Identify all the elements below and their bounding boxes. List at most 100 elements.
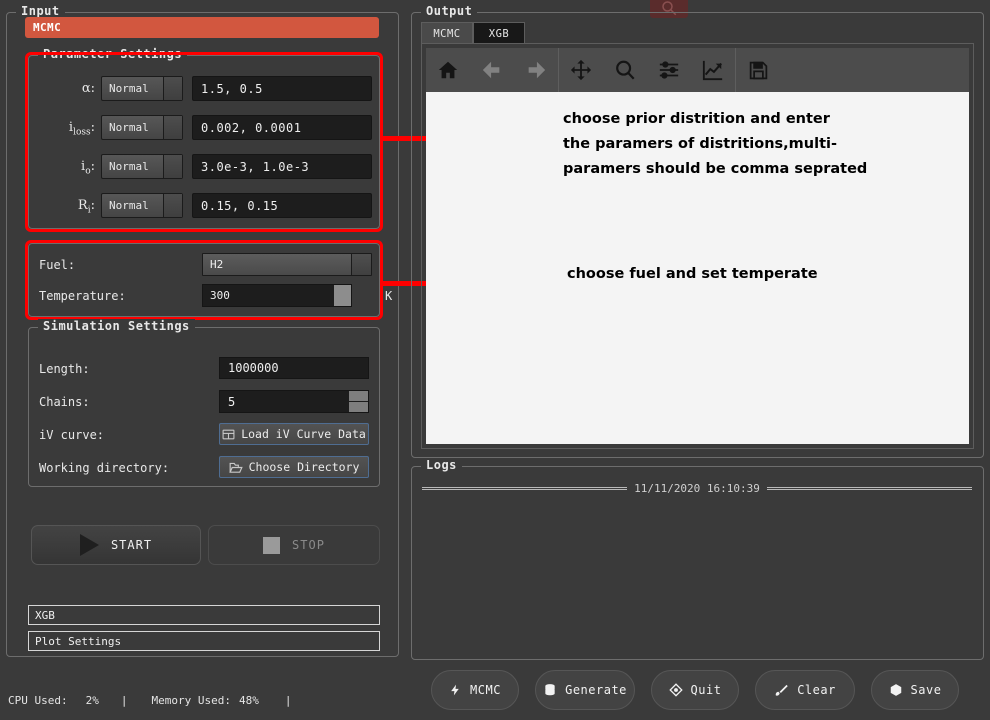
fuel-select[interactable]: H2 [202, 253, 372, 276]
param-distribution-alpha[interactable]: Normal [101, 76, 183, 101]
log-entry: 11/11/2020 16:10:39 [422, 481, 972, 495]
param-distribution-io[interactable]: Normal [101, 154, 183, 179]
chevron-down-icon[interactable] [163, 155, 182, 178]
chevron-down-icon[interactable] [163, 194, 182, 217]
start-button[interactable]: START [31, 525, 201, 565]
chains-input[interactable]: 5 [219, 390, 369, 413]
table-icon [222, 429, 235, 439]
log-rule-left [422, 486, 628, 490]
chains-label: Chains: [39, 395, 90, 409]
clear-button-label: Clear [797, 683, 836, 697]
param-row-iloss: iloss: Normal 0.002, 0.0001 [29, 115, 379, 141]
tab-mcmc[interactable]: MCMC [421, 22, 473, 44]
generate-button[interactable]: Generate [535, 670, 635, 710]
diamond-icon [668, 683, 683, 697]
temperature-input[interactable]: 300 [202, 284, 352, 307]
chevron-down-icon[interactable] [163, 77, 182, 100]
memory-label: Memory Used: [151, 693, 231, 707]
tab-xgb[interactable]: XGB [473, 22, 525, 44]
magnifier-icon[interactable] [603, 48, 647, 92]
square-icon [263, 536, 281, 554]
output-tabbar: MCMC XGB [421, 22, 525, 44]
spinner-up-button[interactable] [349, 391, 368, 401]
stop-button[interactable]: STOP [208, 525, 380, 565]
load-iv-curve-label: Load iV Curve Data [241, 427, 366, 441]
memory-value: 48% [238, 693, 259, 707]
application-window: Input MCMC Parameter Settings α: Normal … [0, 0, 990, 720]
working-directory-label: Working directory: [39, 461, 170, 475]
cube-icon [890, 684, 901, 696]
temperature-value: 300 [210, 289, 230, 302]
database-icon [545, 684, 555, 696]
chevron-down-icon[interactable] [351, 254, 371, 275]
combo-value: Normal [109, 121, 149, 134]
mcmc-action-button[interactable]: MCMC [431, 670, 519, 710]
choose-directory-label: Choose Directory [248, 460, 360, 474]
home-icon[interactable] [426, 48, 470, 92]
length-row: Length: 1000000 [29, 357, 379, 381]
simulation-settings-title: Simulation Settings [38, 319, 195, 333]
plot-canvas[interactable]: choose prior distrition and enter the pa… [426, 92, 969, 444]
log-rule-right [766, 486, 972, 490]
fuel-settings-group: Fuel: H2 Temperature: 300 K [28, 243, 392, 317]
floppy-disk-icon[interactable] [736, 48, 780, 92]
fuel-label: Fuel: [39, 258, 76, 272]
stop-button-label: STOP [292, 538, 325, 552]
play-icon [79, 534, 99, 556]
save-button-label: Save [910, 683, 942, 697]
sliders-icon[interactable] [647, 48, 691, 92]
start-button-label: START [110, 538, 153, 552]
simulation-settings-group: Simulation Settings Length: 1000000 Chai… [28, 319, 380, 487]
cpu-value: 2% [85, 693, 99, 707]
status-separator-1: | [120, 693, 128, 707]
chains-row: Chains: 5 [29, 390, 379, 414]
iv-curve-label: iV curve: [39, 428, 105, 442]
param-label-iloss: iloss: [68, 120, 95, 138]
brush-icon [775, 684, 788, 696]
param-row-io: io: Normal 3.0e-3, 1.0e-3 [29, 154, 379, 180]
logs-panel-title: Logs [421, 458, 462, 472]
temperature-unit: K [385, 289, 393, 303]
move-icon[interactable] [559, 48, 603, 92]
annotation-line: choose prior distrition and enter [563, 111, 830, 127]
length-input[interactable]: 1000000 [219, 357, 369, 379]
list-item-xgb[interactable]: XGB [28, 605, 380, 625]
combo-value: Normal [109, 199, 149, 212]
annotation-line: paramers should be comma seprated [563, 161, 868, 177]
clear-button[interactable]: Clear [755, 670, 855, 710]
fuel-value: H2 [210, 258, 224, 271]
quit-button[interactable]: Quit [651, 670, 739, 710]
param-value-alpha[interactable]: 1.5, 0.5 [192, 76, 372, 101]
param-distribution-iloss[interactable]: Normal [101, 115, 183, 140]
parameter-settings-group: Parameter Settings α: Normal 1.5, 0.5 il… [28, 47, 380, 229]
load-iv-curve-button[interactable]: Load iV Curve Data [219, 423, 369, 445]
choose-directory-button[interactable]: Choose Directory [219, 456, 369, 478]
spinner-down-button[interactable] [349, 402, 368, 412]
param-distribution-ri[interactable]: Normal [101, 193, 183, 218]
spinner-buttons[interactable] [334, 285, 351, 306]
arrow-left-icon[interactable] [470, 48, 514, 92]
status-bar: CPU Used: 2% | Memory Used: 48% | [8, 691, 408, 709]
chains-value: 5 [228, 394, 236, 409]
length-label: Length: [39, 362, 90, 376]
fuel-row: Fuel: H2 [29, 253, 379, 277]
param-value-iloss[interactable]: 0.002, 0.0001 [192, 115, 372, 140]
generate-button-label: Generate [565, 683, 627, 697]
param-value-io[interactable]: 3.0e-3, 1.0e-3 [192, 154, 372, 179]
working-directory-row: Working directory: Choose Directory [29, 456, 379, 480]
temperature-label: Temperature: [39, 289, 126, 303]
save-button[interactable]: Save [871, 670, 959, 710]
log-timestamp: 11/11/2020 16:10:39 [634, 481, 760, 495]
chart-line-icon[interactable] [691, 48, 735, 92]
annotation-line: the paramers of distritions,multi- [563, 136, 838, 152]
chevron-down-icon[interactable] [163, 116, 182, 139]
output-panel-title: Output [421, 4, 478, 18]
annotation-line: choose fuel and set temperate [567, 266, 818, 282]
list-item-plot-settings[interactable]: Plot Settings [28, 631, 380, 651]
arrow-right-icon[interactable] [514, 48, 558, 92]
param-value-ri[interactable]: 0.15, 0.15 [192, 193, 372, 218]
folder-open-icon [228, 462, 243, 473]
parameter-settings-title: Parameter Settings [38, 47, 188, 61]
param-label-io: io: [81, 159, 95, 177]
mcmc-banner: MCMC [25, 17, 379, 38]
